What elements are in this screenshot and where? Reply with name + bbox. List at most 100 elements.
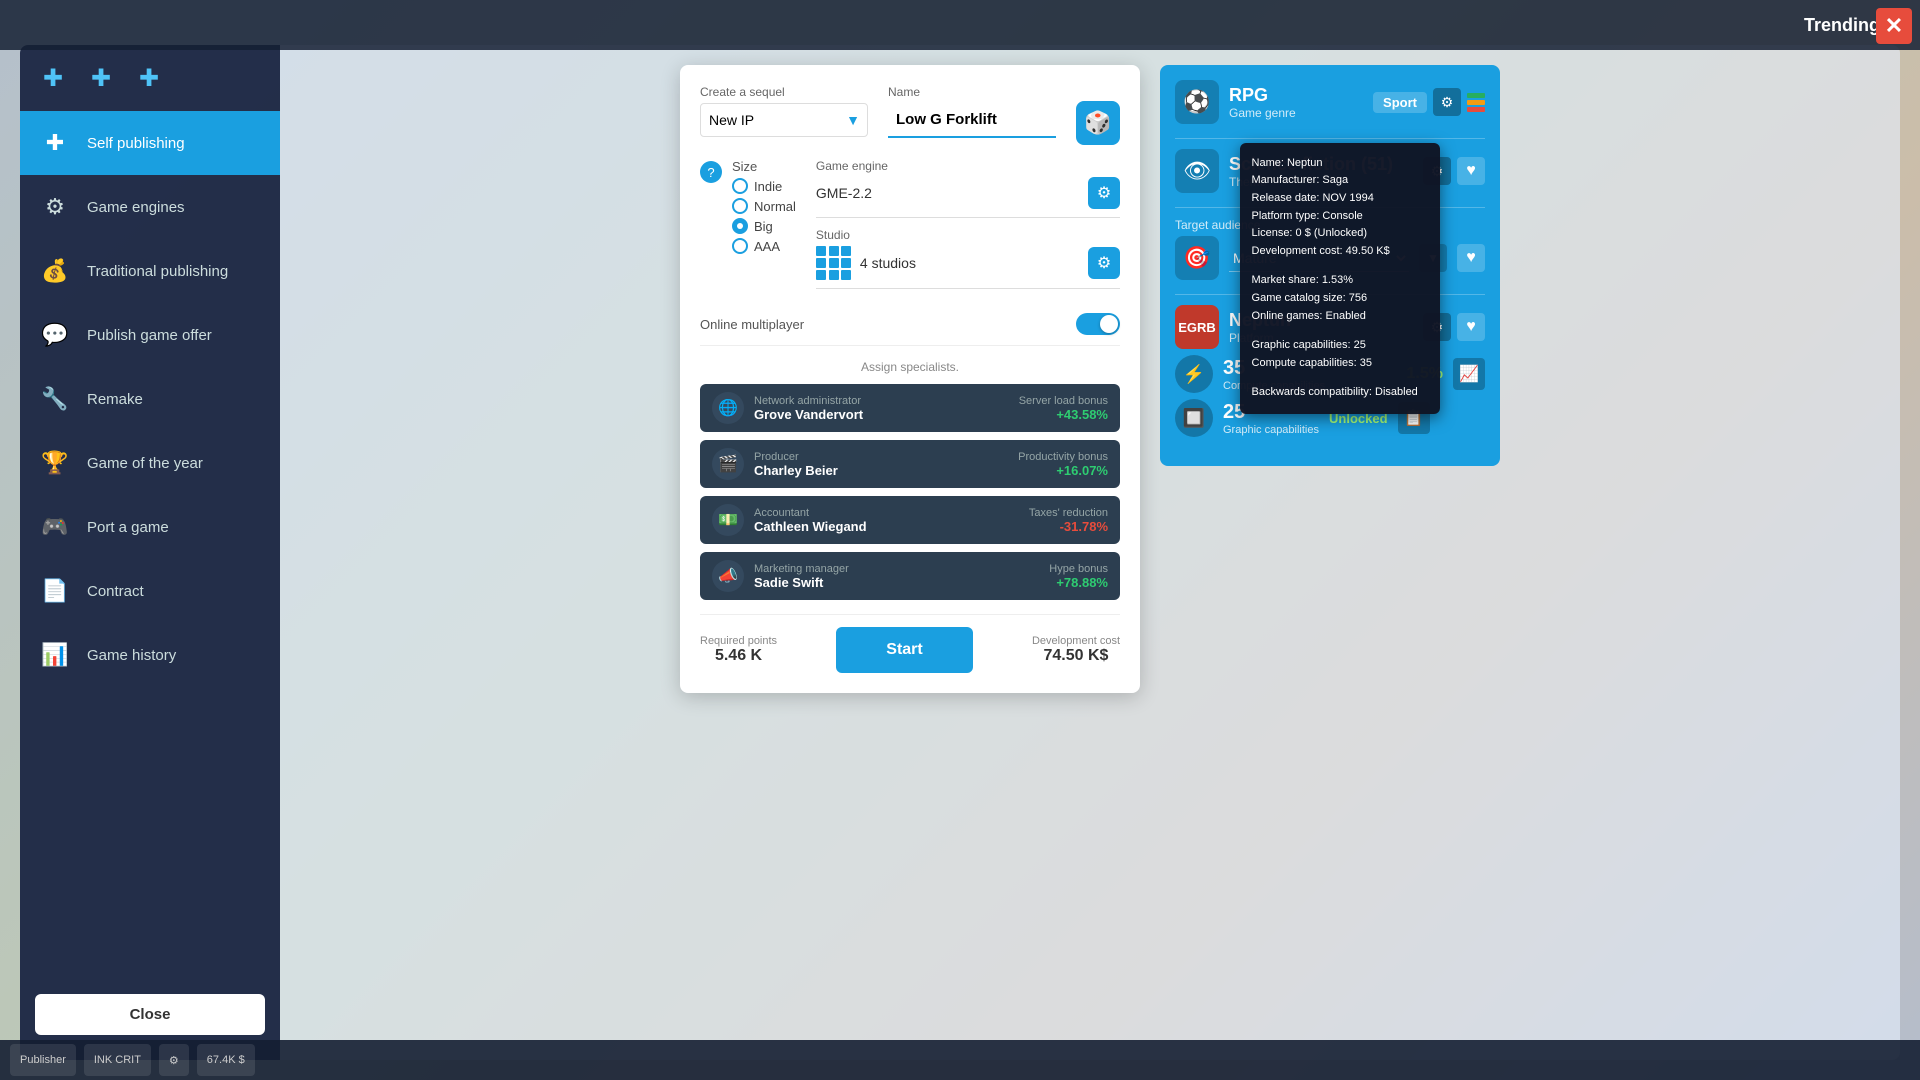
indie-label: Indie bbox=[754, 179, 782, 194]
specialists-list: 🌐 Network administrator Grove Vandervort… bbox=[700, 384, 1120, 600]
platform-icon: EGRB bbox=[1175, 305, 1219, 349]
studio-grid-icon bbox=[816, 246, 852, 280]
add-icon-3[interactable]: ✚ bbox=[131, 60, 167, 96]
target-icon: 🎯 bbox=[1175, 236, 1219, 280]
multiplayer-toggle[interactable] bbox=[1076, 313, 1120, 335]
sidebar-label-port-a-game: Port a game bbox=[87, 519, 169, 536]
audience-heart-btn[interactable]: ♥ bbox=[1457, 244, 1485, 272]
specialist-network-admin[interactable]: 🌐 Network administrator Grove Vandervort… bbox=[700, 384, 1120, 432]
size-big[interactable]: Big bbox=[732, 218, 796, 234]
dice-icon[interactable]: 🎲 bbox=[1076, 101, 1120, 145]
sidebar-item-game-engines[interactable]: ⚙ Game engines bbox=[20, 175, 280, 239]
specialist-producer[interactable]: 🎬 Producer Charley Beier Productivity bo… bbox=[700, 440, 1120, 488]
tooltip-content: Name: Neptun Manufacturer: Saga Release … bbox=[1252, 155, 1428, 261]
help-icon[interactable]: ? bbox=[700, 161, 722, 183]
taskbar-item-4[interactable]: 67.4K $ bbox=[197, 1044, 255, 1076]
required-points-stat: Required points 5.46 K bbox=[700, 635, 777, 665]
sidebar-item-game-history[interactable]: 📊 Game history bbox=[20, 623, 280, 687]
tooltip-license: License: 0 $ (Unlocked) bbox=[1252, 225, 1428, 243]
size-indie[interactable]: Indie bbox=[732, 178, 796, 194]
engine-value: GME-2.2 bbox=[816, 185, 1080, 201]
tooltip-compat: Backwards compatibility: Disabled bbox=[1252, 384, 1428, 402]
engine-gear-btn[interactable]: ⚙ bbox=[1088, 177, 1120, 209]
studio-field: 4 studios ⚙ bbox=[816, 246, 1120, 289]
multiplayer-toggle-row: Online multiplayer bbox=[700, 313, 1120, 346]
genre-icon: ⚽ bbox=[1175, 80, 1219, 124]
main-container: ✚ ✚ ✚ ✚ Self publishing ⚙ Game engines 💰… bbox=[20, 45, 1900, 1060]
genre-actions: Sport ⚙ bbox=[1373, 88, 1485, 116]
indie-radio[interactable] bbox=[732, 178, 748, 194]
server-bonus-label: Server load bonus bbox=[1019, 395, 1108, 407]
sidebar-item-game-of-the-year[interactable]: 🏆 Game of the year bbox=[20, 431, 280, 495]
accountant-bonus: Taxes' reduction -31.78% bbox=[1029, 507, 1108, 534]
sidebar: ✚ ✚ ✚ ✚ Self publishing ⚙ Game engines 💰… bbox=[20, 45, 280, 1060]
graphic-icon: 🔲 bbox=[1175, 399, 1213, 437]
goty-icon: 🏆 bbox=[35, 443, 75, 483]
game-form: Create a sequel New IP ▼ Name 🎲 bbox=[680, 65, 1140, 693]
sidebar-label-contract: Contract bbox=[87, 583, 144, 600]
theme-icon: 👁 bbox=[1175, 149, 1219, 193]
specialist-marketing[interactable]: 📣 Marketing manager Sadie Swift Hype bon… bbox=[700, 552, 1120, 600]
big-radio[interactable] bbox=[732, 218, 748, 234]
development-cost-value: 74.50 K$ bbox=[1044, 647, 1109, 665]
producer-bonus: Productivity bonus +16.07% bbox=[1018, 451, 1108, 478]
studio-gear-btn[interactable]: ⚙ bbox=[1088, 247, 1120, 279]
sidebar-item-publish-game-offer[interactable]: 💬 Publish game offer bbox=[20, 303, 280, 367]
sidebar-item-traditional-publishing[interactable]: 💰 Traditional publishing bbox=[20, 239, 280, 303]
sidebar-item-self-publishing[interactable]: ✚ Self publishing bbox=[20, 111, 280, 175]
close-button[interactable]: Close bbox=[35, 994, 265, 1035]
market-trend-icon[interactable]: 📈 bbox=[1453, 358, 1485, 390]
sequel-select[interactable]: New IP bbox=[700, 103, 868, 137]
name-input[interactable] bbox=[888, 103, 1056, 138]
game-engines-icon: ⚙ bbox=[35, 187, 75, 227]
form-row-sequel-name: Create a sequel New IP ▼ Name 🎲 bbox=[700, 85, 1120, 145]
taskbar-item-3[interactable]: ⚙ bbox=[159, 1044, 189, 1076]
tooltip-online: Online games: Enabled bbox=[1252, 308, 1428, 326]
theme-heart-btn[interactable]: ♥ bbox=[1457, 157, 1485, 185]
taxes-bonus-label: Taxes' reduction bbox=[1029, 507, 1108, 519]
accountant-icon: 💵 bbox=[712, 504, 744, 536]
specialist-accountant[interactable]: 💵 Accountant Cathleen Wiegand Taxes' red… bbox=[700, 496, 1120, 544]
sidebar-item-contract[interactable]: 📄 Contract bbox=[20, 559, 280, 623]
add-icon-2[interactable]: ✚ bbox=[83, 60, 119, 96]
size-label: Size bbox=[732, 159, 796, 174]
producer-info: Producer Charley Beier bbox=[754, 451, 1008, 478]
network-admin-name: Grove Vandervort bbox=[754, 407, 1009, 422]
aaa-label: AAA bbox=[754, 239, 780, 254]
start-button[interactable]: Start bbox=[836, 627, 972, 673]
genre-gear-btn[interactable]: ⚙ bbox=[1433, 88, 1461, 116]
marketing-name: Sadie Swift bbox=[754, 575, 1039, 590]
taskbar-item-2[interactable]: INK CRIT bbox=[84, 1044, 151, 1076]
graphic-trend-icon[interactable]: 📋 Name: Neptun Manufacturer: Saga Releas… bbox=[1398, 402, 1430, 434]
genre-section: ⚽ RPG Game genre Sport ⚙ bbox=[1175, 80, 1485, 124]
development-cost-stat: Development cost 74.50 K$ bbox=[1032, 635, 1120, 665]
tooltip-catalog: Game catalog size: 756 bbox=[1252, 290, 1428, 308]
taskbar-item-1[interactable]: Publisher bbox=[10, 1044, 76, 1076]
taskbar-label-4: 67.4K $ bbox=[207, 1054, 245, 1066]
history-icon: 📊 bbox=[35, 635, 75, 675]
size-aaa[interactable]: AAA bbox=[732, 238, 796, 254]
tooltip-manufacturer: Manufacturer: Saga bbox=[1252, 172, 1428, 190]
aaa-radio[interactable] bbox=[732, 238, 748, 254]
development-cost-label: Development cost bbox=[1032, 635, 1120, 647]
producer-role: Producer bbox=[754, 451, 1008, 463]
multiplayer-label: Online multiplayer bbox=[700, 317, 804, 332]
accountant-name: Cathleen Wiegand bbox=[754, 519, 1019, 534]
close-x-button[interactable]: ✕ bbox=[1876, 8, 1912, 44]
size-normal[interactable]: Normal bbox=[732, 198, 796, 214]
sidebar-label-game-history: Game history bbox=[87, 647, 176, 664]
bar-1 bbox=[1467, 93, 1485, 98]
platform-heart-btn[interactable]: ♥ bbox=[1457, 313, 1485, 341]
accountant-info: Accountant Cathleen Wiegand bbox=[754, 507, 1019, 534]
sidebar-item-port-a-game[interactable]: 🎮 Port a game bbox=[20, 495, 280, 559]
tooltip-market: Market share: 1.53% Game catalog size: 7… bbox=[1252, 272, 1428, 325]
sidebar-item-remake[interactable]: 🔧 Remake bbox=[20, 367, 280, 431]
sidebar-top-icons: ✚ ✚ ✚ bbox=[20, 55, 280, 111]
normal-radio[interactable] bbox=[732, 198, 748, 214]
tooltip-backwards: Backwards compatibility: Disabled bbox=[1252, 384, 1428, 402]
accountant-role: Accountant bbox=[754, 507, 1019, 519]
genre-bars bbox=[1467, 93, 1485, 112]
add-icon-1[interactable]: ✚ bbox=[35, 60, 71, 96]
right-panel: ⚽ RPG Game genre Sport ⚙ bbox=[1160, 65, 1500, 466]
sequel-col: Create a sequel New IP ▼ bbox=[700, 85, 868, 145]
